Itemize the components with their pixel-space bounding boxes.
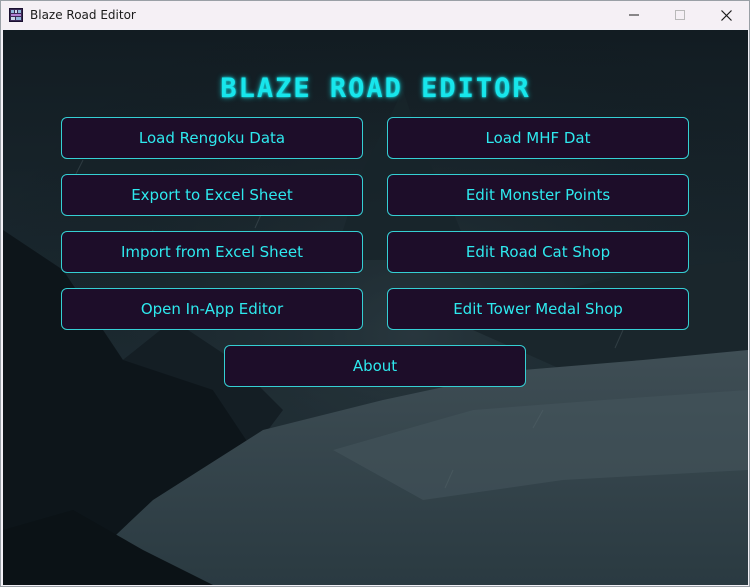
minimize-icon [629,14,639,16]
app-window: Blaze Road Editor BLAZE ROAD EDITOR Load… [0,0,750,587]
main-content: BLAZE ROAD EDITOR Load Rengoku Data Load… [3,30,748,585]
minimize-button[interactable] [611,1,657,29]
edit-road-cat-shop-button[interactable]: Edit Road Cat Shop [387,231,689,273]
load-mhf-dat-button[interactable]: Load MHF Dat [387,117,689,159]
maximize-button[interactable] [657,1,703,29]
import-from-excel-button[interactable]: Import from Excel Sheet [61,231,363,273]
close-icon [720,9,732,21]
about-button[interactable]: About [224,345,526,387]
title-bar[interactable]: Blaze Road Editor [1,1,749,29]
edit-monster-points-button[interactable]: Edit Monster Points [387,174,689,216]
window-title: Blaze Road Editor [30,8,136,22]
edit-tower-medal-shop-button[interactable]: Edit Tower Medal Shop [387,288,689,330]
app-heading: BLAZE ROAD EDITOR [220,73,531,104]
export-to-excel-button[interactable]: Export to Excel Sheet [61,174,363,216]
load-rengoku-data-button[interactable]: Load Rengoku Data [61,117,363,159]
app-icon [9,7,23,22]
maximize-icon [675,10,685,20]
close-button[interactable] [703,1,749,29]
open-in-app-editor-button[interactable]: Open In-App Editor [61,288,363,330]
